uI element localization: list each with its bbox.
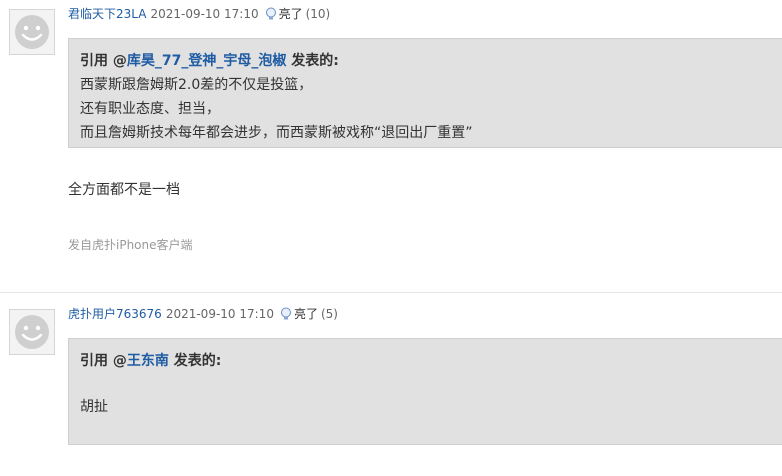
light-button[interactable]: 亮了	[279, 7, 303, 21]
quote-line: 西蒙斯跟詹姆斯2.0差的不仅是投篮，	[80, 77, 313, 93]
light-count: (5)	[320, 307, 338, 321]
quote-block: 引用 @王东南 发表的: 胡扯	[68, 338, 782, 445]
avatar[interactable]	[9, 309, 55, 355]
quote-spacer	[80, 373, 782, 395]
quote-suffix: 发表的:	[286, 53, 339, 69]
username-link[interactable]: 虎扑用户763676	[68, 307, 162, 321]
quote-line: 还有职业态度、担当，	[80, 101, 220, 117]
post-source: 发自虎扑iPhone客户端	[68, 238, 193, 252]
lightbulb-icon[interactable]	[280, 307, 292, 324]
quote-suffix: 发表的:	[168, 353, 222, 369]
post-time: 2021-09-10 17:10	[150, 7, 259, 21]
light-button[interactable]: 亮了	[294, 307, 318, 321]
avatar[interactable]	[9, 9, 55, 55]
quoted-user-link[interactable]: 库昊_77_登神_宇母_泡椒	[127, 53, 286, 69]
quote-prefix: 引用 @	[80, 53, 127, 69]
quote-block: 引用 @库昊_77_登神_宇母_泡椒 发表的: 西蒙斯跟詹姆斯2.0差的不仅是投…	[68, 38, 782, 148]
post-meta: 君临天下23LA 2021-09-10 17:10 亮了 (10)	[68, 7, 330, 24]
quote-header: 引用 @库昊_77_登神_宇母_泡椒 发表的:	[80, 49, 782, 73]
username-link[interactable]: 君临天下23LA	[68, 7, 146, 21]
reply-text: 全方面都不是一档	[68, 182, 180, 198]
post-meta: 虎扑用户763676 2021-09-10 17:10 亮了 (5)	[68, 307, 338, 324]
quote-prefix: 引用 @	[80, 353, 127, 369]
default-avatar-icon	[15, 15, 49, 49]
quote-line: 而且詹姆斯技术每年都会进步，而西蒙斯被戏称“退回出厂重置”	[80, 125, 473, 141]
quote-header: 引用 @王东南 发表的:	[80, 349, 782, 373]
quote-line: 胡扯	[80, 399, 108, 415]
default-avatar-icon	[15, 315, 49, 349]
light-count: (10)	[305, 7, 331, 21]
post-time: 2021-09-10 17:10	[165, 307, 274, 321]
post-item: 虎扑用户763676 2021-09-10 17:10 亮了 (5) 引用 @王东南 …	[0, 292, 782, 476]
quoted-user-link[interactable]: 王东南	[127, 353, 169, 369]
post-item: 君临天下23LA 2021-09-10 17:10 亮了 (10) 引用 @库昊_77…	[0, 0, 782, 292]
lightbulb-icon[interactable]	[265, 7, 277, 24]
